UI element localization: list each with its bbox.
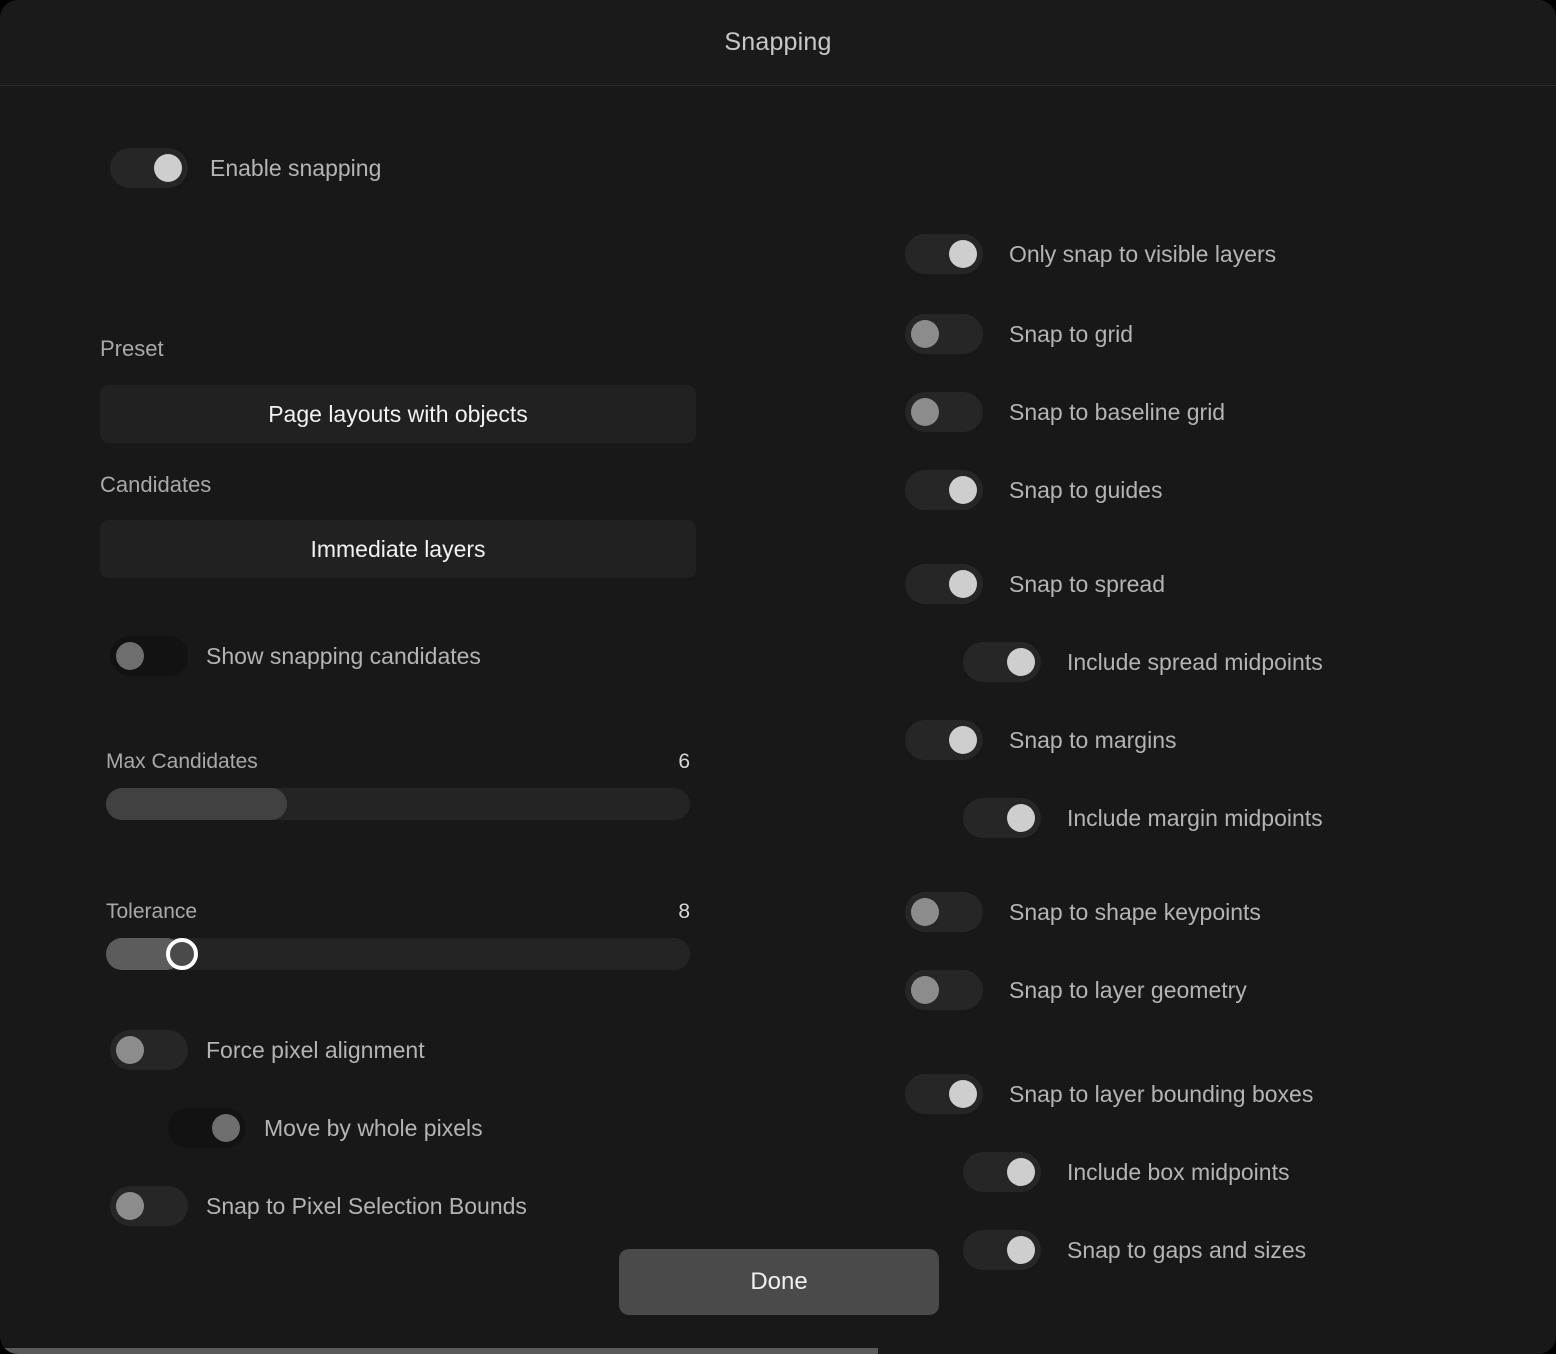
toggle-label-snap-to-pixel-selection-bounds: Snap to Pixel Selection Bounds [206, 1192, 527, 1219]
toggle-label-snap-to-spread: Snap to spread [1009, 570, 1166, 597]
toggle-snap-to-layer-bounding-boxes[interactable] [905, 1074, 983, 1114]
toggle-knob-icon [116, 642, 144, 670]
toggle-label-snap-to-grid: Snap to grid [1009, 320, 1134, 347]
toggle-snap-to-gaps-and-sizes[interactable] [963, 1230, 1041, 1270]
toggle-row-snap-to-layer-geometry[interactable]: Snap to layer geometry [905, 970, 1247, 1010]
candidates-label: Candidates [100, 472, 212, 497]
toggle-knob-icon [911, 898, 939, 926]
toggle-knob-icon [212, 1114, 240, 1142]
toggle-force-pixel-alignment[interactable] [110, 1030, 188, 1070]
toggle-knob-icon [949, 476, 977, 504]
slider-header-tolerance: Tolerance 8 [106, 900, 690, 924]
toggle-label-snap-to-margins: Snap to margins [1009, 726, 1177, 753]
toggle-row-move-by-whole-pixels[interactable]: Move by whole pixels [168, 1108, 483, 1148]
toggle-row-snap-to-margins[interactable]: Snap to margins [905, 720, 1176, 760]
toggle-label-snap-to-layer-geometry: Snap to layer geometry [1009, 976, 1247, 1003]
toggle-snap-to-pixel-selection-bounds[interactable] [110, 1186, 188, 1226]
toggle-row-enable-snapping[interactable]: Enable snapping [110, 148, 381, 188]
dialog-titlebar: Snapping [0, 0, 1556, 86]
toggle-row-snap-to-gaps-and-sizes[interactable]: Snap to gaps and sizes [963, 1230, 1306, 1270]
slider-track-tolerance[interactable] [106, 938, 690, 970]
toggle-knob-icon [911, 320, 939, 348]
horizontal-scrollbar[interactable] [0, 1348, 878, 1354]
slider-value-max-candidates: 6 [678, 750, 690, 773]
toggle-snap-to-baseline-grid[interactable] [905, 392, 983, 432]
toggle-row-snap-to-shape-keypoints[interactable]: Snap to shape keypoints [905, 892, 1261, 932]
toggle-knob-icon [154, 154, 182, 182]
toggle-knob-icon [1007, 648, 1035, 676]
toggle-row-only-snap-to-visible-layers[interactable]: Only snap to visible layers [905, 234, 1276, 274]
slider-label-max-candidates: Max Candidates [106, 750, 258, 773]
toggle-label-snap-to-baseline-grid: Snap to baseline grid [1009, 398, 1226, 425]
toggle-knob-icon [949, 570, 977, 598]
toggle-label-snap-to-layer-bounding-boxes: Snap to layer bounding boxes [1009, 1080, 1314, 1107]
toggle-row-include-box-midpoints[interactable]: Include box midpoints [963, 1152, 1289, 1192]
toggle-knob-icon [116, 1192, 144, 1220]
toggle-label-snap-to-gaps-and-sizes: Snap to gaps and sizes [1067, 1236, 1307, 1263]
toggle-row-include-spread-midpoints[interactable]: Include spread midpoints [963, 642, 1323, 682]
toggle-snap-to-guides[interactable] [905, 470, 983, 510]
toggle-label-include-box-midpoints: Include box midpoints [1067, 1158, 1290, 1185]
toggle-snap-to-grid[interactable] [905, 314, 983, 354]
toggle-knob-icon [1007, 804, 1035, 832]
toggle-row-include-margin-midpoints[interactable]: Include margin midpoints [963, 798, 1323, 838]
candidates-select-button[interactable]: Immediate layers [100, 520, 696, 578]
toggle-knob-icon [949, 726, 977, 754]
toggle-enable-snapping[interactable] [110, 148, 188, 188]
toggle-knob-icon [1007, 1158, 1035, 1186]
slider-tolerance[interactable]: Tolerance 8 [106, 900, 690, 970]
toggle-row-snap-to-baseline-grid[interactable]: Snap to baseline grid [905, 392, 1225, 432]
done-button[interactable]: Done [619, 1249, 939, 1315]
slider-fill-max-candidates [106, 788, 288, 820]
toggle-include-box-midpoints[interactable] [963, 1152, 1041, 1192]
toggle-row-snap-to-layer-bounding-boxes[interactable]: Snap to layer bounding boxes [905, 1074, 1313, 1114]
toggle-label-move-by-whole-pixels: Move by whole pixels [264, 1114, 483, 1141]
toggle-include-margin-midpoints[interactable] [963, 798, 1041, 838]
toggle-include-spread-midpoints[interactable] [963, 642, 1041, 682]
slider-value-tolerance: 8 [678, 900, 690, 923]
toggle-knob-icon [949, 1080, 977, 1108]
toggle-label-force-pixel-alignment: Force pixel alignment [206, 1036, 425, 1063]
toggle-knob-icon [116, 1036, 144, 1064]
toggle-label-include-margin-midpoints: Include margin midpoints [1067, 804, 1323, 831]
toggle-move-by-whole-pixels[interactable] [168, 1108, 246, 1148]
toggle-row-snap-to-grid[interactable]: Snap to grid [905, 314, 1133, 354]
toggle-row-force-pixel-alignment[interactable]: Force pixel alignment [110, 1030, 425, 1070]
toggle-snap-to-margins[interactable] [905, 720, 983, 760]
slider-knob-tolerance[interactable] [165, 938, 198, 970]
toggle-label-snap-to-guides: Snap to guides [1009, 476, 1163, 503]
toggle-snap-to-shape-keypoints[interactable] [905, 892, 983, 932]
toggle-snap-to-spread[interactable] [905, 564, 983, 604]
toggle-only-snap-to-visible-layers[interactable] [905, 234, 983, 274]
toggle-row-snap-to-guides[interactable]: Snap to guides [905, 470, 1162, 510]
preset-select-button[interactable]: Page layouts with objects [100, 385, 696, 443]
toggle-label-include-spread-midpoints: Include spread midpoints [1067, 648, 1323, 675]
page-title: Snapping [724, 28, 832, 56]
toggle-label-only-snap-to-visible-layers: Only snap to visible layers [1009, 240, 1277, 267]
toggle-knob-icon [1007, 1236, 1035, 1264]
dialog-body: Enable snapping Preset Page layouts with… [0, 86, 1556, 1354]
snapping-dialog: Snapping Enable snapping Preset Page lay… [0, 0, 1556, 1354]
toggle-show-snapping-candidates[interactable] [110, 636, 188, 676]
toggle-snap-to-layer-geometry[interactable] [905, 970, 983, 1010]
toggle-knob-icon [911, 976, 939, 1004]
toggle-row-snap-to-spread[interactable]: Snap to spread [905, 564, 1165, 604]
toggle-label-enable-snapping: Enable snapping [210, 154, 382, 181]
toggle-row-show-snapping-candidates[interactable]: Show snapping candidates [110, 636, 481, 676]
preset-label: Preset [100, 336, 164, 361]
toggle-row-snap-to-pixel-selection-bounds[interactable]: Snap to Pixel Selection Bounds [110, 1186, 527, 1226]
toggle-label-snap-to-shape-keypoints: Snap to shape keypoints [1009, 898, 1261, 925]
slider-header-max-candidates: Max Candidates 6 [106, 750, 690, 774]
slider-label-tolerance: Tolerance [106, 900, 198, 923]
slider-track-max-candidates[interactable] [106, 788, 690, 820]
toggle-knob-icon [911, 398, 939, 426]
toggle-label-show-snapping-candidates: Show snapping candidates [206, 642, 481, 669]
toggle-knob-icon [949, 240, 977, 268]
slider-max-candidates[interactable]: Max Candidates 6 [106, 750, 690, 820]
